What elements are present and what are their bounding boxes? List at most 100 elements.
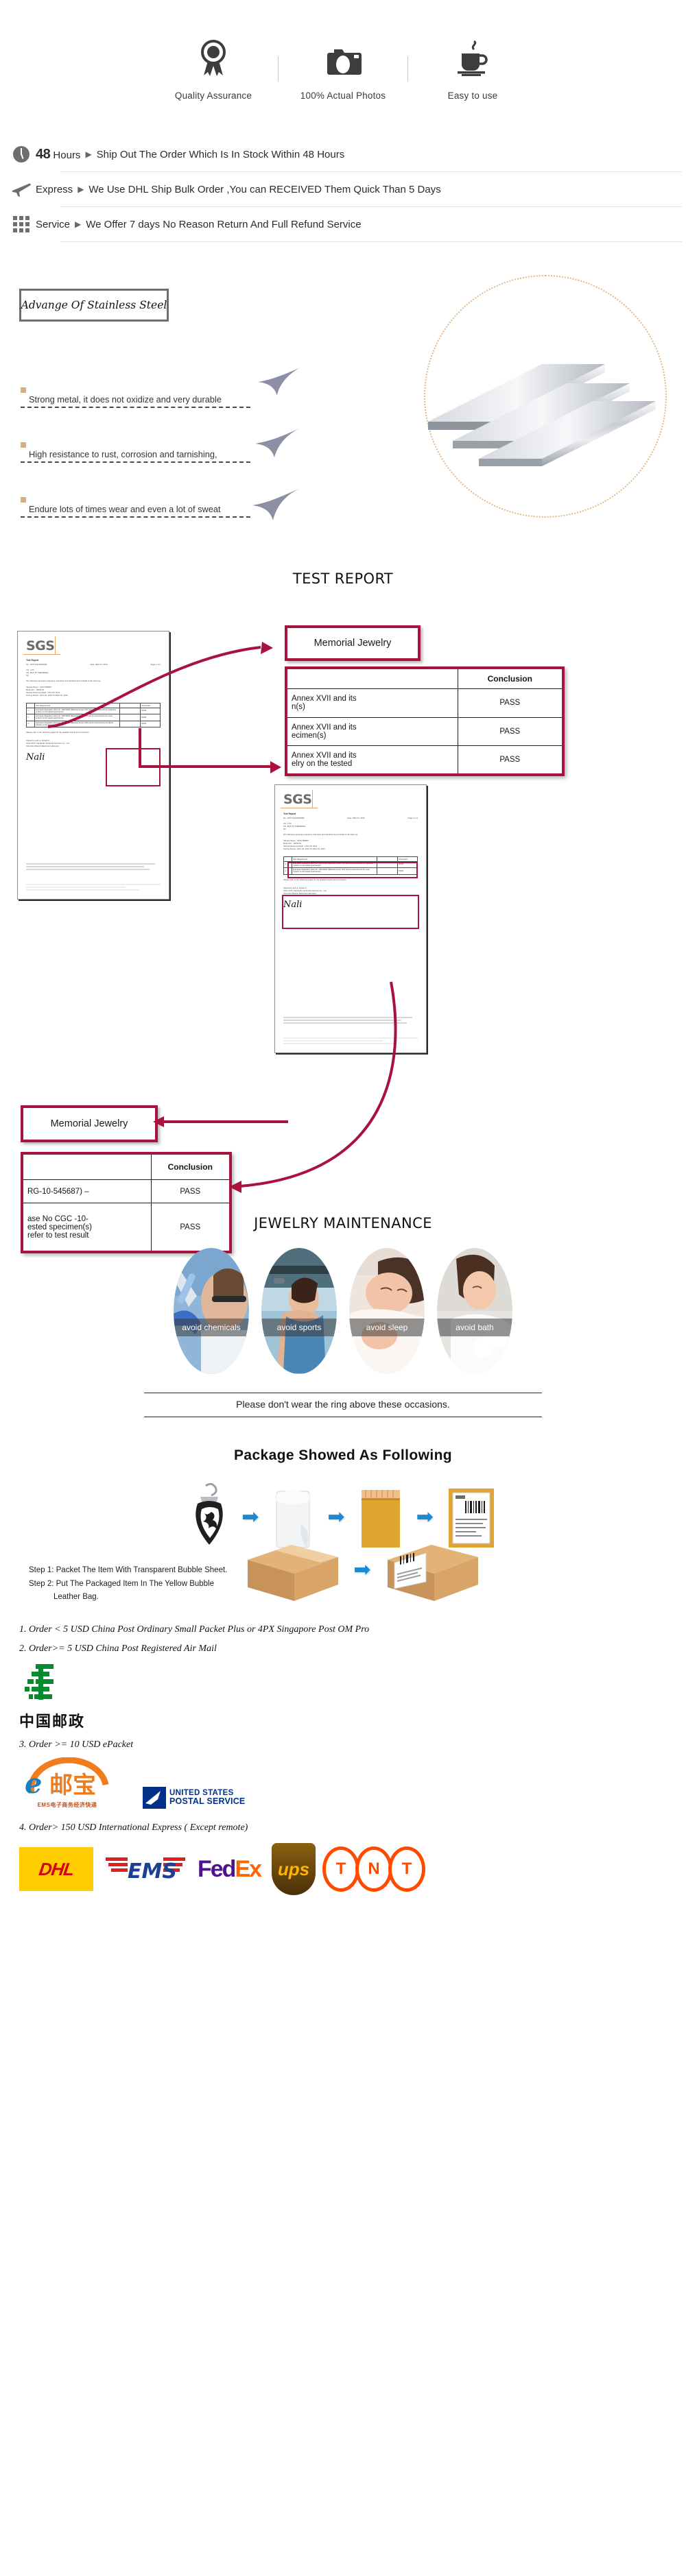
service-text: Ship Out The Order Which Is In Stock Wit… [96,148,345,160]
advantage-title: Advange Of Stainless Steel [21,299,167,311]
package-title: Package Showed As Following [233,1447,453,1463]
maintenance-caption-bar: avoid chemicals [174,1319,249,1336]
test-report-section: SGS Test Report No.: SZTY131100669RS Dat… [0,598,686,1253]
advantage-bullet: Strong metal, it does not oxidize and ve… [21,387,250,408]
maintenance-caption-bar: avoid sleep [349,1319,425,1336]
callout-memorial-jewelry-1: Memorial Jewelry [285,625,421,661]
flow-arrow-icon: ➡ [353,1558,371,1581]
conclusion-result: PASS [457,745,562,773]
package-steps: Step 1: Packet The Item With Transparent… [29,1564,227,1604]
fedex-logo: FedEx [198,1855,262,1882]
pendant-icon [196,1483,223,1545]
sgs-logo: SGS [280,790,318,808]
advantage-bullet-text: Endure lots of times wear and even a lot… [29,504,221,514]
clock-icon [10,143,33,166]
conclusion-connector-top [139,728,281,773]
chevron-right-icon: ▶ [75,219,82,229]
service-key-label: Hours [53,149,81,161]
grey-arrow-icon [252,426,300,462]
cert-report-no: No.: SZTY131100669RS [283,817,305,820]
feature-list: Quality Assurance 100% Actual Photos Eas… [149,37,537,101]
tnt-logo: T N T [322,1846,426,1892]
feature-easy-to-use: Easy to use [408,37,537,101]
usps-eagle-icon [143,1787,166,1809]
service-key-big: 48 [36,146,51,162]
maintenance-caption-bar: avoid bath [437,1319,512,1336]
grid-icon [10,213,33,236]
service-key-label: Service [36,218,71,230]
maintenance-label: avoid bath [456,1323,494,1332]
conclusion-desc: Annex XVII and its elry on the tested [287,745,458,773]
tnt-letter: T [322,1846,360,1892]
shipping-line-2: 2. Order>= 5 USD China Post Registered A… [19,1644,217,1654]
service-key: Express [36,184,73,195]
epacket-mark-icon: e 邮宝 [25,1757,109,1800]
feature-quality-assurance: Quality Assurance [149,37,278,101]
maintenance-label: avoid sports [276,1323,322,1332]
advantage-bullet: High resistance to rust, corrosion and t… [21,442,250,463]
callout-text: Memorial Jewelry [314,638,392,649]
package-step: Leather Bag. [54,1593,99,1602]
airplane-icon [10,178,33,201]
service-key: 48 Hours [36,147,80,162]
epacket-logo-row: e 邮宝 EMS电子商务经济快递 UNITED STATES POSTAL SE… [19,1757,667,1809]
carton-box-icon [248,1545,339,1601]
callout-connector-1 [47,642,273,728]
usps-line-2: POSTAL SERVICE [169,1796,246,1807]
ems-logo: EMS [106,1857,185,1883]
product-description-page: Quality Assurance 100% Actual Photos Eas… [0,0,686,1918]
shipping-line-1: 1. Order < 5 USD China Post Ordinary Sma… [19,1624,370,1635]
flow-arrow-icon: ➡ [327,1506,345,1528]
sleeping-woman-photo [349,1248,425,1374]
tnt-letter: T [388,1846,426,1892]
conclusion-result: PASS [457,688,562,718]
maintenance-label: avoid sleep [366,1323,408,1332]
maintenance-card-list: avoid chemicals avoid sports avoid sleep… [0,1248,686,1375]
maintenance-label: avoid chemicals [182,1323,241,1332]
conclusion-desc: Annex XVII and its n(s) [287,688,458,718]
service-text: We Use DHL Ship Bulk Order ,You can RECE… [88,183,441,195]
chevron-right-icon: ▶ [85,149,92,159]
labeled-carton-icon [387,1545,478,1601]
dhl-label: DHL [37,1858,75,1879]
conclusion-header: Conclusion [457,669,562,690]
epacket-subtitle: EMS电子商务经济快递 [37,1802,97,1808]
feature-bar: Quality Assurance 100% Actual Photos Eas… [0,0,686,137]
callout-text: Memorial Jewelry [50,1118,128,1129]
maintenance-caption-bar: avoid sports [261,1319,337,1336]
conclusion-table-top: Conclusion Annex XVII and its n(s) PASS … [285,666,565,776]
ups-label: ups [277,1858,310,1879]
tnt-letter: N [355,1846,393,1892]
feature-label: 100% Actual Photos [300,90,386,101]
package-section: Package Showed As Following ➡ ➡ ➡ Step 1… [0,1447,686,1608]
conclusion-result: PASS [457,717,562,746]
conclusion-desc: Annex XVII and its ecimen(s) [287,717,458,746]
package-step: Step 2: Put The Packaged Item In The Yel… [29,1579,215,1588]
dashed-underline [21,407,250,408]
service-row-48-hours: 48 Hours ▶ Ship Out The Order Which Is I… [0,137,686,171]
service-row-express: Express ▶ We Use DHL Ship Bulk Order ,Yo… [0,172,686,206]
camera-icon [323,37,363,78]
service-key: Service [36,219,70,230]
flow-arrow-icon: ➡ [241,1506,259,1528]
feature-label: Easy to use [447,90,498,101]
gym-sports-photo [261,1248,337,1374]
cert-footer-note: Signed for and on behalf of SGS-CSTC Sta… [283,887,327,895]
cert-row-no: 2 [26,714,35,721]
coffee-cup-icon [453,37,492,78]
advantage-bullet-text: Strong metal, it does not oxidize and ve… [29,394,222,405]
cert-report-label: Test Report [283,812,296,815]
conclusion-connector-bottom [229,981,397,1193]
shipping-line-3: 3. Order >= 10 USD ePacket [19,1740,134,1750]
china-post-logo: 中国邮政 [19,1661,667,1731]
bullet-square-icon [21,442,26,448]
shipping-section: 1. Order < 5 USD China Post Ordinary Sma… [0,1624,686,1918]
cert-highlight-box [282,895,419,929]
cert-report-date: Date: DEC 04, 2013 [347,817,365,820]
dashed-underline [21,516,250,518]
grey-arrow-icon [255,365,300,400]
china-post-mark-icon [25,1664,54,1700]
china-post-name: 中国邮政 [19,1713,86,1731]
package-flow-bottom: ➡ [241,1532,483,1608]
usps-logo: UNITED STATES POSTAL SERVICE [143,1787,245,1809]
